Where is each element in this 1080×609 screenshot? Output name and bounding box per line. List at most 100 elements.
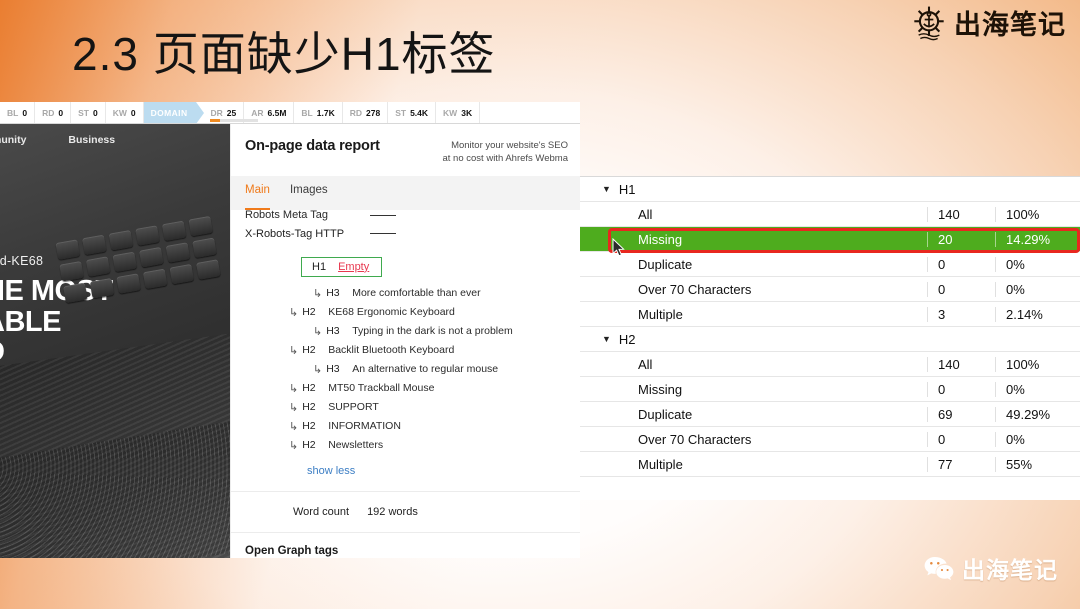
word-count-row: Word count 192 words [231,490,580,533]
table-row[interactable]: All 140 100% [580,202,1080,227]
tab-images[interactable]: Images [290,184,328,210]
tree-item-tag: H2 [302,306,316,319]
nav-item-business[interactable]: Business [68,134,115,146]
row-count: 0 [927,281,995,297]
table-group-h1[interactable]: ▼ H1 [580,177,1080,202]
site-nav[interactable]: munity Business [0,134,230,146]
toolbar-value: 1.7K [316,107,335,118]
product-page-screenshot: munity Business ard-KE68 HE MOSTABLED [0,124,230,558]
panel-note: Monitor your website's SEO at no cost wi… [443,138,569,166]
row-robots-meta-tag: Robots Meta Tag [245,210,566,221]
tree-item: ↳ H2 Backlit Bluetooth Keyboard [245,341,566,360]
toolbar-cell[interactable]: KW 3K [436,102,481,123]
word-count-value: 192 words [367,505,418,518]
keyboard-keys [55,215,221,308]
toolbar-cell[interactable]: RD 278 [343,102,389,123]
row-label: All [638,206,653,222]
toolbar-value: 0 [22,107,28,118]
group-name: H2 [618,331,636,347]
h1-status-label: Empty [338,260,370,273]
tree-branch-icon: ↳ [289,344,299,357]
row-count: 69 [927,406,995,422]
chevron-down-icon[interactable]: ▼ [602,184,611,194]
toolbar-key: KW [112,107,127,118]
row-label: Missing [638,381,683,397]
toolbar-cell[interactable]: KW 0 [106,102,144,123]
table-row[interactable]: Missing 0 0% [580,377,1080,402]
table-row[interactable]: Duplicate 69 49.29% [580,402,1080,427]
show-less-link[interactable]: show less [245,465,566,477]
table-row[interactable]: Multiple 77 55% [580,452,1080,477]
brand-logo-bottom: 出海笔记 [923,551,1058,585]
toolbar-key: RD [349,107,363,118]
row-value-dash [370,214,396,216]
panel-title: On-page data report [245,138,380,154]
toolbar-domain-tag[interactable]: DOMAIN [143,102,205,123]
panel-header: On-page data report Monitor your website… [231,124,580,176]
row-percent: 0% [995,256,1080,272]
tab-main[interactable]: Main [245,184,270,210]
toolbar-cell-dr[interactable]: DR 25 [196,102,259,123]
row-percent: 49.29% [995,406,1080,422]
toolbar-key: DR [210,107,223,118]
row-percent: 0% [995,381,1080,397]
toolbar-value: 6.5M [267,107,287,118]
toolbar-cell[interactable]: RD 0 [35,102,72,123]
table-row[interactable]: Duplicate 0 0% [580,252,1080,277]
toolbar-value: 5.4K [410,107,429,118]
row-count: 140 [927,356,995,372]
row-percent: 100% [995,206,1080,222]
embedded-screenshot: BL 0 RD 0 ST 0 KW 0 DOMAIN DR 25 AR 6.5M… [0,102,1080,558]
table-row-missing-h1[interactable]: Missing 20 14.29% [580,227,1080,252]
h1-tag-label: H1 [312,260,327,273]
row-count: 20 [927,231,995,247]
chevron-down-icon[interactable]: ▼ [602,334,611,344]
word-count-label: Word count [293,505,350,518]
h1-empty-badge: H1 Empty [301,256,383,277]
tree-item: ↳ H2 KE68 Ergonomic Keyboard [245,303,566,322]
toolbar-key: AR [251,107,264,118]
tree-item-text: An alternative to regular mouse [352,363,499,376]
nav-item-community[interactable]: munity [0,134,26,146]
toolbar-cell[interactable]: ST 5.4K [388,102,437,123]
toolbar-cell[interactable]: BL 0 [0,102,36,123]
tree-item-tag: H2 [302,401,316,414]
tree-branch-icon: ↳ [289,439,299,452]
toolbar-cell[interactable]: BL 1.7K [294,102,343,123]
toolbar-value: 278 [366,107,381,118]
row-label: X-Robots-Tag HTTP [245,227,345,240]
tree-item-text: Typing in the dark is not a problem [352,325,513,338]
tree-item: ↳ H3 Typing in the dark is not a problem [245,322,566,341]
tree-branch-icon: ↳ [289,420,299,433]
headings-stats-table: ▼ H1 All 140 100% Missing 20 14.29% Dupli… [580,176,1080,500]
table-row[interactable]: Over 70 Characters 0 0% [580,427,1080,452]
row-count: 3 [927,306,995,322]
panel-tabs[interactable]: Main Images [231,175,580,210]
row-label: Robots Meta Tag [245,209,328,221]
group-name: H1 [618,181,636,197]
toolbar-key: ST [78,107,89,118]
ship-wheel-icon [910,4,948,42]
toolbar-key: KW [443,107,458,118]
row-percent: 55% [995,456,1080,472]
tree-item-tag: H3 [326,325,340,338]
table-row[interactable]: Multiple 3 2.14% [580,302,1080,327]
toolbar-key: BL [301,107,313,118]
brand-logo-top: 出海笔记 [910,3,1066,42]
toolbar-value: 25 [226,107,237,118]
tree-item-tag: H3 [326,363,340,376]
row-label: Multiple [638,456,683,472]
table-row[interactable]: All 140 100% [580,352,1080,377]
seo-toolbar[interactable]: BL 0 RD 0 ST 0 KW 0 DOMAIN DR 25 AR 6.5M… [0,102,580,124]
toolbar-key: RD [42,107,55,118]
on-page-data-report-panel: On-page data report Monitor your website… [230,124,580,558]
slide-canvas: 2.3 页面缺少H1标签 出海笔记 出海笔记 BL 0 RD 0 ST 0 KW… [0,0,1080,609]
tree-item: ↳ H2 INFORMATION [245,417,566,436]
row-percent: 2.14% [995,306,1080,322]
toolbar-cell[interactable]: ST 0 [71,102,106,123]
tree-item-tag: H2 [302,344,316,357]
table-group-h2[interactable]: ▼ H2 [580,327,1080,352]
table-row[interactable]: Over 70 Characters 0 0% [580,277,1080,302]
row-count: 0 [927,256,995,272]
brand-top-label: 出海笔记 [954,10,1066,41]
